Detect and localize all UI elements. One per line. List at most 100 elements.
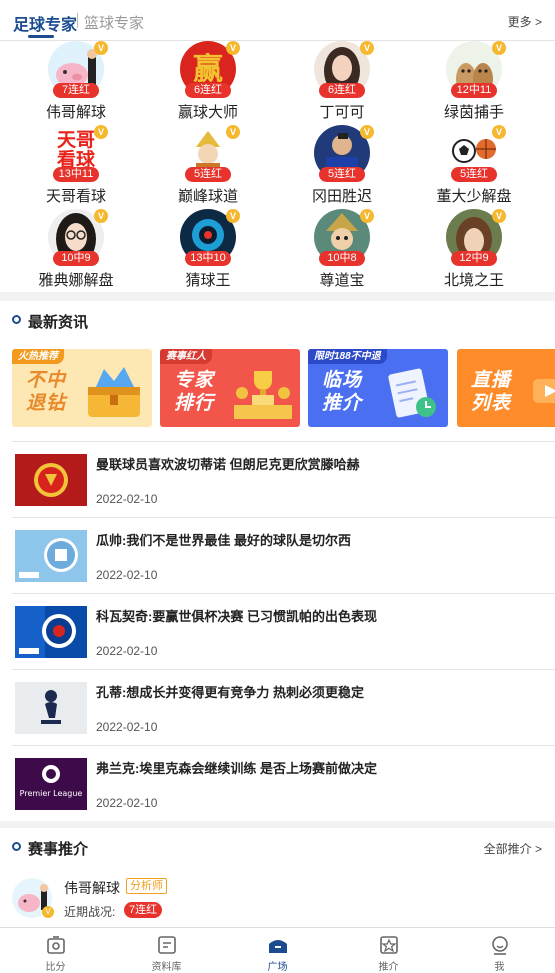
nav-score[interactable]: 比分 xyxy=(0,928,111,973)
active-tab-indicator xyxy=(28,35,54,38)
expert-name: 赢球大师 xyxy=(177,104,238,121)
news-item[interactable]: Premier League 弗兰克:埃里克森会继续训练 是否上场赛前做决定 2… xyxy=(12,745,555,821)
news-title: 弗兰克:埃里克森会继续训练 是否上场赛前做决定 xyxy=(96,761,377,776)
expert-card[interactable]: 天哥看球 V 13中11 天哥看球 xyxy=(10,125,142,207)
banner-title: 专家排行 xyxy=(174,370,215,414)
nav-profile[interactable]: 我 xyxy=(444,928,555,973)
verified-badge-icon: V xyxy=(94,41,108,55)
news-title: 曼联球员喜欢波切蒂诺 但朗尼克更欣赏滕哈赫 xyxy=(96,457,360,472)
news-item[interactable]: 科瓦契奇:要赢世俱杯决赛 已习惯凯帕的出色表现 2022-02-10 xyxy=(12,593,555,669)
verified-badge-icon: V xyxy=(492,125,506,139)
play-icon xyxy=(533,379,555,403)
banner-title: 不中退钻 xyxy=(26,370,67,414)
verified-badge-icon: V xyxy=(360,209,374,223)
expert-card[interactable]: V 12中9 北境之王 xyxy=(408,209,540,291)
document-clock-icon xyxy=(388,368,436,418)
recent-streak-badge: 7连红 xyxy=(124,902,163,918)
recent-record-label: 近期战况: xyxy=(64,905,116,919)
expert-card[interactable]: V 10中8 尊道宝 xyxy=(276,209,408,291)
banner-title: 直播列表 xyxy=(471,370,512,414)
expert-streak: 13中10 xyxy=(185,251,231,266)
banner-expert-ranking[interactable]: 赛事红人 专家排行 xyxy=(160,349,300,427)
svg-text:赢: 赢 xyxy=(193,52,223,87)
banner-tag: 赛事红人 xyxy=(160,349,212,364)
verified-badge-icon: V xyxy=(360,41,374,55)
spurs-logo-icon xyxy=(15,682,87,734)
treasure-chest-icon xyxy=(88,367,140,417)
verified-badge-icon: V xyxy=(94,209,108,223)
premier-league-logo-icon: Premier League xyxy=(15,758,87,810)
expert-name: 北境之王 xyxy=(443,272,504,289)
expert-name: 天哥看球 xyxy=(45,188,106,205)
verified-badge-icon: V xyxy=(492,41,506,55)
expert-streak: 12中11 xyxy=(451,83,497,98)
expert-streak: 13中11 xyxy=(53,167,99,182)
banner-tag: 限时188不中退 xyxy=(308,349,387,364)
expert-streak: 5连红 xyxy=(319,167,365,182)
expert-card[interactable]: V 12中11 绿茵捕手 xyxy=(408,41,540,123)
nav-label: 广场 xyxy=(267,962,288,973)
nav-database[interactable]: 资料库 xyxy=(111,928,222,973)
analyst-badge: 分析师 xyxy=(126,878,167,894)
news-date: 2022-02-10 xyxy=(96,568,158,582)
news-list: 曼联球员喜欢波切蒂诺 但朗尼克更欣赏滕哈赫 2022-02-10 瓜帅:我们不是… xyxy=(12,441,555,821)
expert-streak: 10中9 xyxy=(53,251,99,266)
news-item[interactable]: 孔蒂:想成长并变得更有竞争力 热刺必须更稳定 2022-02-10 xyxy=(12,669,555,745)
expert-name: 雅典娜解盘 xyxy=(38,272,114,289)
expert-name: 伟哥解球 xyxy=(45,104,106,121)
expert-streak: 5连红 xyxy=(451,167,497,182)
verified-badge-icon: V xyxy=(360,125,374,139)
expert-name: 猜球王 xyxy=(185,272,231,289)
section-dot-icon xyxy=(12,842,21,851)
banner-live-recommend[interactable]: 限时188不中退 临场推介 xyxy=(308,349,448,427)
more-experts-link[interactable]: 更多 > xyxy=(508,13,542,30)
expert-card[interactable]: V 5连红 董大少解盘 xyxy=(408,125,540,207)
expert-tabs-bar: 足球专家 篮球专家 更多 > xyxy=(0,0,555,41)
all-recommend-link[interactable]: 全部推介 > xyxy=(484,840,542,857)
news-section-title: 最新资讯 xyxy=(28,314,89,331)
news-date: 2022-02-10 xyxy=(96,720,158,734)
banner-tag: 火热推荐 xyxy=(12,349,64,364)
expert-card[interactable]: V 5连红 冈田胜迟 xyxy=(276,125,408,207)
verified-badge-icon: V xyxy=(94,125,108,139)
nav-label: 比分 xyxy=(45,962,66,973)
expert-name: 丁可可 xyxy=(319,104,365,121)
news-item[interactable]: 瓜帅:我们不是世界最佳 最好的球队是切尔西 2022-02-10 xyxy=(12,517,555,593)
svg-text:Premier League: Premier League xyxy=(20,789,83,798)
banner-title: 临场推介 xyxy=(322,370,363,414)
recommend-expert-name[interactable]: 伟哥解球 xyxy=(64,878,120,898)
banner-live-list[interactable]: 直播列表 xyxy=(457,349,555,427)
expert-card[interactable]: V 5连红 巅峰球道 xyxy=(142,125,274,207)
bottom-nav: 比分 资料库 广场 推介 我 xyxy=(0,927,555,973)
verified-badge-icon: V xyxy=(42,906,54,918)
verified-badge-icon: V xyxy=(226,41,240,55)
news-title: 孔蒂:想成长并变得更有竞争力 热刺必须更稳定 xyxy=(96,685,364,700)
expert-streak: 6连红 xyxy=(319,83,365,98)
experts-grid: V 7连红 伟哥解球 赢 V 6连红 赢球大师 V 6连红 丁可可 V 12中1… xyxy=(0,41,555,292)
section-dot-icon xyxy=(12,315,21,324)
match-section-title: 赛事推介 xyxy=(28,841,89,858)
tab-basketball-experts[interactable]: 篮球专家 xyxy=(84,12,144,33)
news-title: 科瓦契奇:要赢世俱杯决赛 已习惯凯帕的出色表现 xyxy=(96,609,377,624)
nav-recommend[interactable]: 推介 xyxy=(333,928,444,973)
tab-divider xyxy=(77,13,78,28)
expert-name: 尊道宝 xyxy=(319,272,365,289)
expert-card[interactable]: V 10中9 雅典娜解盘 xyxy=(10,209,142,291)
nav-plaza[interactable]: 广场 xyxy=(222,928,333,973)
expert-card[interactable]: V 13中10 猜球王 xyxy=(142,209,274,291)
verified-badge-icon: V xyxy=(226,209,240,223)
expert-name: 董大少解盘 xyxy=(436,188,512,205)
tab-football-experts[interactable]: 足球专家 xyxy=(13,11,77,35)
chelsea-logo-icon xyxy=(15,606,87,658)
expert-card[interactable]: V 7连红 伟哥解球 xyxy=(10,41,142,123)
banner-carousel[interactable]: 火热推荐 不中退钻 赛事红人 专家排行 限时188不中退 临场推介 直播列表 xyxy=(0,349,555,429)
expert-name: 绿茵捕手 xyxy=(443,104,504,121)
expert-card[interactable]: 赢 V 6连红 赢球大师 xyxy=(142,41,274,123)
banner-no-win-refund[interactable]: 火热推荐 不中退钻 xyxy=(12,349,152,427)
nav-label: 资料库 xyxy=(151,962,182,973)
expert-card[interactable]: V 6连红 丁可可 xyxy=(276,41,408,123)
expert-streak: 5连红 xyxy=(185,167,231,182)
profile-icon xyxy=(492,936,508,955)
news-item[interactable]: 曼联球员喜欢波切蒂诺 但朗尼克更欣赏滕哈赫 2022-02-10 xyxy=(12,441,555,517)
nav-label: 我 xyxy=(494,962,505,973)
